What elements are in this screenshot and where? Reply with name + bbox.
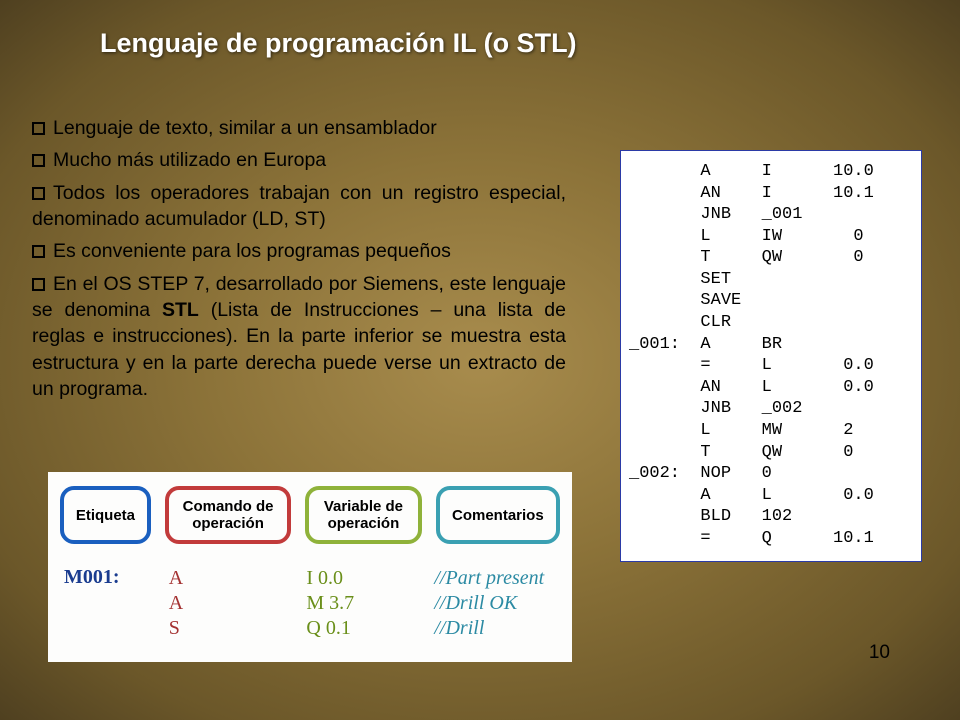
header-variable: Variable de operación: [305, 486, 421, 544]
figure-comment-column: //Part present //Drill OK //Drill: [434, 566, 560, 641]
bullet-icon: [32, 154, 45, 167]
var-value: I 0.0: [306, 566, 422, 591]
figure-headers-row: Etiqueta Comando de operación Variable d…: [60, 486, 560, 544]
slide-title: Lenguaje de programación IL (o STL): [100, 28, 577, 59]
code-line: T QW 0: [629, 442, 909, 464]
bullet-text: Mucho más utilizado en Europa: [53, 149, 326, 171]
bullet-text-bold: STL: [162, 299, 199, 321]
code-line: L MW 2: [629, 420, 909, 442]
header-comentarios: Comentarios: [436, 486, 560, 544]
code-line: A L 0.0: [629, 485, 909, 507]
var-value: Q 0.1: [306, 616, 422, 641]
var-value: M 3.7: [306, 591, 422, 616]
bullet-item: Todos los operadores trabajan con un reg…: [32, 180, 566, 233]
comment-value: //Part present: [434, 566, 560, 591]
bullet-text: Todos los operadores trabajan con un reg…: [32, 182, 566, 230]
bullet-icon: [32, 187, 45, 200]
code-line: A I 10.0: [629, 161, 909, 183]
figure-command-column: A A S: [169, 566, 295, 641]
figure-variable-column: I 0.0 M 3.7 Q 0.1: [306, 566, 422, 641]
code-line: CLR: [629, 312, 909, 334]
code-line: _001: A BR: [629, 334, 909, 356]
bullet-icon: [32, 122, 45, 135]
code-line: L IW 0: [629, 226, 909, 248]
bullet-text: Lenguaje de texto, similar a un ensambla…: [53, 117, 437, 139]
code-line: SAVE: [629, 290, 909, 312]
cmd-value: A: [169, 566, 295, 591]
code-line: AN I 10.1: [629, 183, 909, 205]
code-line: = Q 10.1: [629, 528, 909, 550]
code-extract-panel: A I 10.0 AN I 10.1 JNB _001 L IW 0 T QW …: [620, 150, 922, 562]
figure-label-column: M001:: [64, 566, 157, 641]
bullet-item: Mucho más utilizado en Europa: [32, 147, 566, 173]
body-text-block: Lenguaje de texto, similar a un ensambla…: [32, 115, 566, 408]
header-comando: Comando de operación: [165, 486, 291, 544]
page-number: 10: [869, 642, 890, 664]
header-etiqueta: Etiqueta: [60, 486, 151, 544]
structure-figure: Etiqueta Comando de operación Variable d…: [48, 472, 572, 662]
code-line: JNB _001: [629, 204, 909, 226]
code-line: _002: NOP 0: [629, 463, 909, 485]
bullet-item: Lenguaje de texto, similar a un ensambla…: [32, 115, 566, 141]
figure-data-rows: M001: A A S I 0.0 M 3.7 Q 0.1 //Part pre…: [60, 566, 560, 641]
code-line: = L 0.0: [629, 355, 909, 377]
bullet-text: Es conveniente para los programas pequeñ…: [53, 240, 451, 262]
code-line: JNB _002: [629, 398, 909, 420]
cmd-value: S: [169, 616, 295, 641]
cmd-value: A: [169, 591, 295, 616]
bullet-item: Es conveniente para los programas pequeñ…: [32, 238, 566, 264]
code-line: BLD 102: [629, 506, 909, 528]
comment-value: //Drill OK: [434, 591, 560, 616]
comment-value: //Drill: [434, 616, 560, 641]
code-line: SET: [629, 269, 909, 291]
code-line: T QW 0: [629, 247, 909, 269]
bullet-icon: [32, 278, 45, 291]
bullet-icon: [32, 245, 45, 258]
code-line: AN L 0.0: [629, 377, 909, 399]
bullet-item: En el OS STEP 7, desarrollado por Siemen…: [32, 271, 566, 403]
